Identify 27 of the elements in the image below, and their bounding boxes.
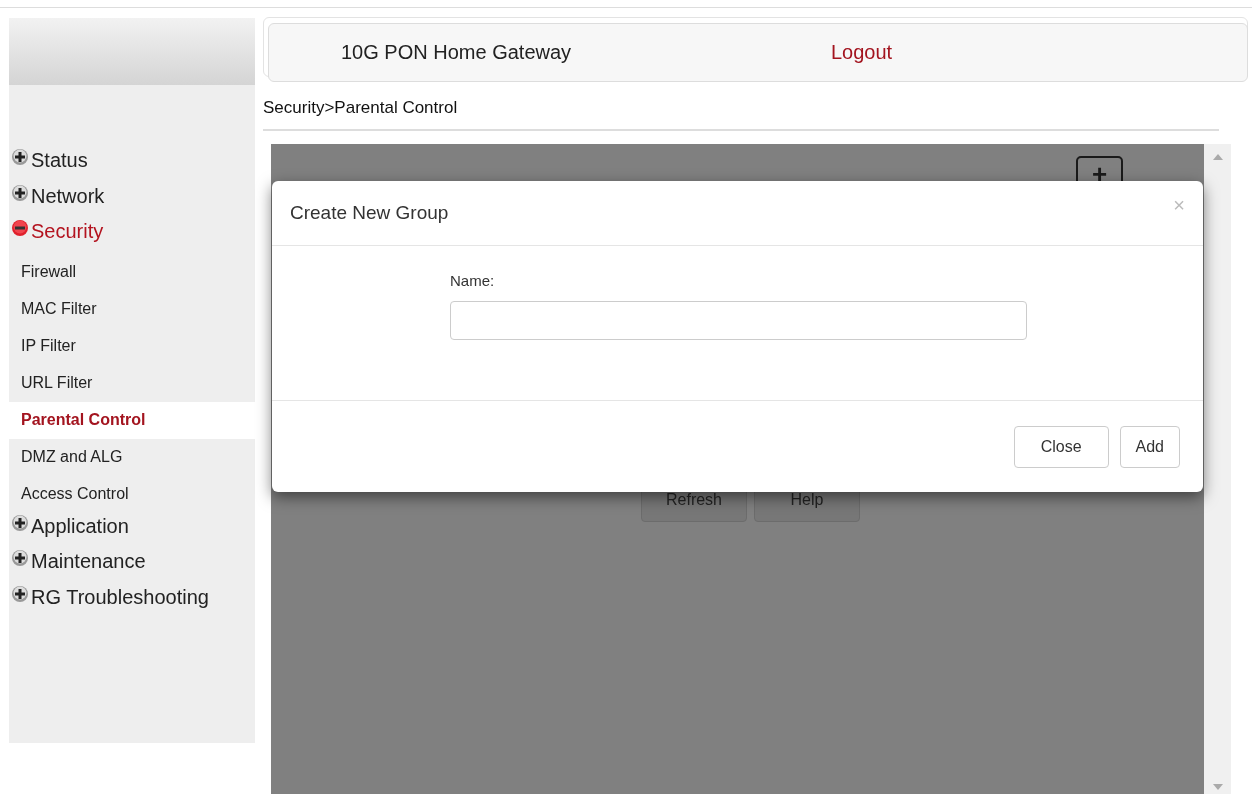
field-label: Name: (450, 272, 496, 289)
menu-item[interactable]: MAC Filter (9, 290, 255, 328)
menu-section[interactable]: RG Troubleshooting (9, 583, 255, 619)
menu-item[interactable]: IP Filter (9, 327, 255, 365)
menu-item[interactable]: DMZ and ALG (9, 438, 255, 476)
scrollbar[interactable] (1204, 144, 1231, 794)
menu-section[interactable]: Application (9, 512, 255, 548)
plus-bullet-icon (9, 547, 31, 569)
menu-section[interactable]: Maintenance (9, 548, 255, 584)
dialog-title: Create New Group (290, 202, 449, 224)
menu-item[interactable]: Parental Control (9, 401, 255, 439)
logout-link[interactable]: Logout (831, 41, 893, 64)
dialog-button[interactable]: Add (1119, 425, 1180, 468)
menu-item[interactable]: Firewall (9, 253, 255, 291)
menu-section[interactable]: Security (9, 218, 255, 254)
minus-bullet-icon (9, 217, 31, 239)
breadcrumb: Security>Parental Control (263, 97, 459, 119)
plus-bullet-icon (9, 146, 31, 168)
menu-item[interactable]: URL Filter (9, 364, 255, 402)
menu-section[interactable]: Status (9, 147, 255, 183)
dialog-button[interactable]: Close (1013, 425, 1109, 468)
scroll-down-icon[interactable] (1212, 784, 1223, 790)
scroll-up-icon[interactable] (1212, 154, 1223, 160)
menu-section[interactable]: Network (9, 182, 255, 218)
name-input-field[interactable] (450, 301, 1027, 340)
menu-item[interactable]: Access Control (9, 475, 255, 513)
gateway-title: 10G PON Home Gateway (341, 41, 573, 64)
